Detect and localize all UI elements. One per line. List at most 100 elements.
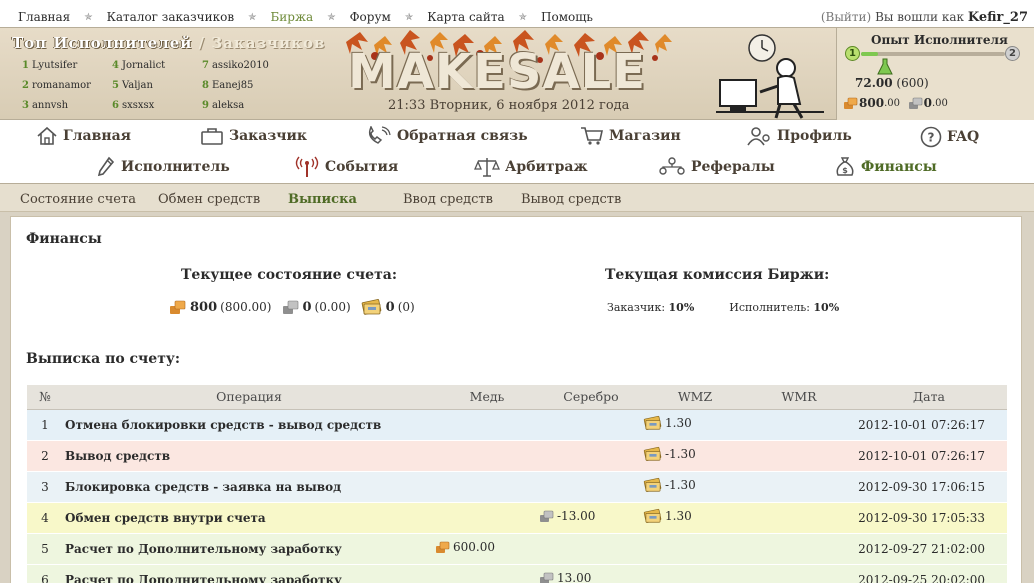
row-number: 3 [27, 471, 63, 503]
col-copper[interactable]: Медь [435, 385, 539, 410]
top-user[interactable]: 3 annvsh [22, 100, 68, 111]
briefcase-icon [201, 128, 223, 145]
subnav-statement[interactable]: Выписка [288, 192, 357, 207]
nav-referrals[interactable]: Рефералы [658, 156, 775, 178]
row-wmz: 1.30 [643, 502, 747, 534]
top-user[interactable]: 4 Jornalict [112, 60, 165, 71]
table-row: 1 Отмена блокировки средств - вывод средс… [27, 409, 1007, 441]
col-number[interactable]: № [27, 385, 63, 410]
top-performers-tab[interactable]: Топ Исполнителей [12, 34, 192, 52]
commission-customer-value: 10% [668, 301, 695, 314]
row-operation: Блокировка средств - заявка на вывод [63, 471, 435, 503]
row-number: 1 [27, 409, 63, 441]
row-copper [435, 471, 539, 503]
flask-icon [877, 58, 893, 75]
nav-customer[interactable]: Заказчик [200, 126, 307, 146]
row-number: 2 [27, 440, 63, 472]
top-link-home[interactable]: Главная [18, 10, 70, 24]
row-wmr [747, 440, 851, 472]
nav-home[interactable]: Главная [36, 126, 131, 146]
top-user[interactable]: 8 Eanej85 [202, 80, 253, 91]
home-icon [37, 126, 57, 145]
top-link-exchange[interactable]: Биржа [270, 10, 313, 24]
silver-coins-icon [540, 510, 554, 522]
wallet-icon [643, 446, 662, 461]
top-user[interactable]: 5 Valjan [112, 80, 153, 91]
row-date: 2012-09-30 17:05:33 [851, 502, 1007, 534]
nav-feedback[interactable]: Обратная связь [366, 126, 528, 146]
question-icon: ? [920, 126, 942, 148]
col-wmr[interactable]: WMR [747, 385, 851, 410]
commission-performer-label: Исполнитель: [729, 301, 810, 314]
page-title: Финансы [26, 231, 102, 247]
silver-balance-exact: (0.00) [314, 300, 351, 314]
logout-link[interactable]: (Выйти) [821, 10, 871, 24]
site-logo[interactable]: MAKESALE [348, 44, 646, 100]
top-user[interactable]: 7 assiko2010 [202, 60, 269, 71]
row-silver [539, 440, 643, 472]
row-copper [435, 409, 539, 441]
row-date: 2012-10-01 07:26:17 [851, 440, 1007, 472]
experience-value: 72.00 (600) [855, 76, 929, 90]
silver-balance: 0 [302, 299, 312, 315]
commission-customer-label: Заказчик: [607, 301, 666, 314]
row-copper [435, 440, 539, 472]
row-operation: Вывод средств [63, 440, 435, 472]
nav-shop[interactable]: Магазин [580, 126, 681, 146]
top-users-list: 1 Lyutsifer 2 romanamor 3 annvsh 4 Jornalict… [22, 60, 322, 120]
row-silver [539, 409, 643, 441]
top-link-catalog[interactable]: Каталог заказчиков [107, 10, 235, 24]
col-wmz[interactable]: WMZ [643, 385, 747, 410]
separator-icon: ✯ [518, 11, 528, 23]
nav-events[interactable]: События [294, 156, 398, 178]
col-date[interactable]: Дата [851, 385, 1007, 410]
row-wmr [747, 564, 851, 583]
top-user[interactable]: 1 Lyutsifer [22, 60, 77, 71]
svg-text:?: ? [928, 131, 935, 145]
table-header-row: № Операция Медь Серебро WMZ WMR Дата [27, 385, 1007, 410]
wallet-icon [643, 477, 662, 492]
content-panel: Финансы Текущее состояние счета: Текущая… [10, 216, 1022, 583]
top-link-sitemap[interactable]: Карта сайта [427, 10, 504, 24]
experience-balance: 800.00 0.00 [843, 96, 948, 110]
banner: MAKESALE 21:33 Вторник, 6 ноября 2012 го… [340, 28, 836, 120]
col-operation[interactable]: Операция [63, 385, 435, 410]
commission-values: Заказчик: 10% Исполнитель: 10% [607, 301, 839, 314]
row-number: 4 [27, 502, 63, 534]
sub-nav: Состояние счета Обмен средств Выписка Вв… [0, 184, 1034, 212]
nav-arbitration[interactable]: Арбитраж [474, 156, 588, 178]
separator-icon: ✯ [84, 11, 93, 23]
nav-profile[interactable]: Профиль [746, 126, 852, 146]
top-user[interactable]: 6 sxsxsx [112, 100, 154, 111]
referrals-icon [659, 157, 685, 175]
nav-performer[interactable]: Исполнитель [96, 156, 230, 178]
separator-icon: ✯ [248, 11, 257, 23]
top-user[interactable]: 2 romanamor [22, 80, 91, 91]
subnav-account-state[interactable]: Состояние счета [20, 192, 136, 207]
top-link-help[interactable]: Помощь [541, 10, 593, 24]
main-nav: Главная Заказчик Обратная связь Магазин … [0, 120, 1034, 184]
copper-coins-icon [844, 97, 858, 109]
wallet-icon [643, 415, 662, 430]
top-link-forum[interactable]: Форум [350, 10, 391, 24]
top-customers-tab[interactable]: / Заказчиков [199, 34, 326, 52]
row-copper: 600.00 [435, 533, 539, 565]
row-number: 6 [27, 564, 63, 583]
nav-faq[interactable]: ? FAQ [920, 126, 979, 148]
silver-coins-icon [540, 572, 554, 583]
top-user[interactable]: 9 aleksa [202, 100, 244, 111]
subnav-withdraw[interactable]: Вывод средств [521, 192, 621, 207]
svg-text:$: $ [842, 166, 848, 175]
col-silver[interactable]: Серебро [539, 385, 643, 410]
row-wmr [747, 502, 851, 534]
nav-finance[interactable]: $ Финансы [834, 156, 937, 178]
top-users-panel: Топ Исполнителей / Заказчиков 1 Lyutsifer… [12, 34, 332, 111]
silver-coins-icon [282, 300, 298, 314]
level-current-badge: 1 [845, 46, 860, 61]
row-wmr [747, 471, 851, 503]
subnav-exchange[interactable]: Обмен средств [158, 192, 260, 207]
username[interactable]: Kefir_27 [968, 10, 1028, 25]
subnav-deposit[interactable]: Ввод средств [403, 192, 493, 207]
row-wmz [643, 564, 747, 583]
row-silver [539, 533, 643, 565]
